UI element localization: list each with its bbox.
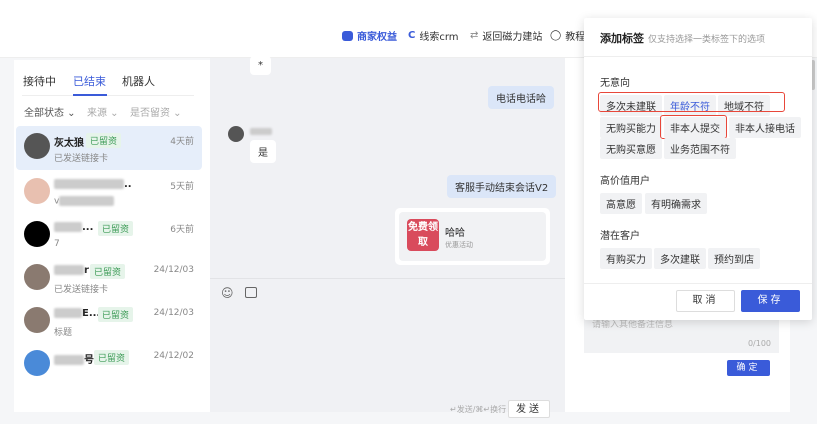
message-bubble: * bbox=[250, 56, 271, 75]
conversation-item[interactable]: ... 已留资 6天前 7 bbox=[16, 214, 202, 258]
tag-option[interactable]: 高意愿 bbox=[600, 193, 642, 214]
conversation-item[interactable]: E... 已留资 24/12/03 标题 bbox=[16, 300, 202, 344]
divider bbox=[584, 56, 812, 57]
add-tag-modal: 添加标签 仅支持选择一类标签下的选项 无意向 多次未建联 年龄不符 地域不符 无购… bbox=[584, 18, 812, 320]
tag-option[interactable]: 非本人接电话 bbox=[729, 117, 801, 138]
avatar bbox=[24, 133, 50, 159]
tab-ended[interactable]: 已结束 bbox=[73, 73, 106, 89]
conversation-item[interactable]: r 已留资 24/12/03 已发送链接卡 bbox=[16, 257, 202, 301]
filter-source[interactable]: 来源 ⌄ bbox=[87, 104, 119, 119]
tag-option[interactable]: 无购买能力 bbox=[600, 117, 662, 138]
filter-lead[interactable]: 是否留资 ⌄ bbox=[130, 104, 182, 119]
group-label: 潜在客户 bbox=[600, 231, 640, 242]
avatar bbox=[24, 221, 50, 247]
tag-option[interactable]: 多次建联 bbox=[654, 248, 706, 269]
tab-robot[interactable]: 机器人 bbox=[122, 73, 155, 89]
confirm-button[interactable]: 确定 bbox=[727, 360, 770, 376]
sender-name bbox=[250, 128, 272, 135]
message-bubble: 是 bbox=[250, 140, 276, 163]
filter-status[interactable]: 全部状态 ⌄ bbox=[24, 104, 76, 119]
avatar bbox=[228, 126, 244, 142]
lead-badge: 已留资 bbox=[98, 307, 134, 322]
conversation-item[interactable]: 灰太狼 已留资 4天前 已发送链接卡 bbox=[16, 126, 202, 170]
highlight-box bbox=[660, 115, 727, 139]
emoji-icon[interactable]: ☺ bbox=[221, 286, 234, 300]
tag-option[interactable]: 有购买力 bbox=[600, 248, 652, 269]
avatar bbox=[24, 350, 50, 376]
conversation-item[interactable]: .. 5天前 v bbox=[16, 171, 202, 215]
conversation-item[interactable]: 号 已留资 24/12/02 bbox=[16, 343, 202, 387]
lead-badge: 已留资 bbox=[90, 264, 126, 279]
group-label: 高价值用户 bbox=[600, 176, 650, 187]
send-button[interactable]: 发送 bbox=[508, 400, 550, 418]
save-button[interactable]: 保存 bbox=[741, 290, 800, 312]
tag-option[interactable]: 预约到店 bbox=[708, 248, 760, 269]
lead-badge: 已留资 bbox=[86, 133, 122, 148]
avatar bbox=[24, 307, 50, 333]
nav-merchant-benefits[interactable]: 商家权益 bbox=[342, 28, 397, 43]
avatar bbox=[24, 264, 50, 290]
lead-badge: 已留资 bbox=[94, 350, 130, 365]
card-image: 免费领取 bbox=[407, 219, 439, 251]
divider bbox=[584, 283, 812, 284]
avatar bbox=[24, 178, 50, 204]
vip-icon bbox=[342, 30, 353, 41]
composer-divider bbox=[210, 278, 565, 279]
crm-icon: C bbox=[408, 30, 416, 41]
highlight-box bbox=[598, 92, 785, 112]
cancel-button[interactable]: 取消 bbox=[676, 290, 735, 312]
tab-serving[interactable]: 接待中 bbox=[23, 73, 56, 89]
lead-badge: 已留资 bbox=[98, 221, 134, 236]
modal-title: 添加标签 仅支持选择一类标签下的选项 bbox=[600, 32, 766, 45]
tag-option[interactable]: 业务范围不符 bbox=[664, 138, 736, 159]
tag-option[interactable]: 无购买意愿 bbox=[600, 138, 662, 159]
nav-crm[interactable]: C 线索crm bbox=[408, 28, 459, 43]
link-card[interactable]: 免费领取 哈哈 优惠活动 bbox=[395, 208, 550, 265]
group-label: 无意向 bbox=[600, 78, 630, 89]
tab-active-indicator bbox=[73, 94, 107, 96]
swap-icon: ⇄ bbox=[470, 30, 479, 41]
message-bubble: 客服手动结束会话V2 bbox=[447, 175, 557, 198]
tag-option[interactable]: 有明确需求 bbox=[645, 193, 707, 214]
message-bubble: 电话电话哈 bbox=[488, 86, 554, 109]
composer-hint: ↵发送/⌘↵换行 bbox=[450, 405, 507, 414]
tutorial-icon: ◯ bbox=[550, 30, 562, 41]
nav-tutorial[interactable]: ◯ 教程 bbox=[550, 28, 585, 43]
nav-back-to-site[interactable]: ⇄ 返回磁力建站 bbox=[470, 28, 542, 43]
tab-divider bbox=[22, 95, 194, 96]
image-icon[interactable] bbox=[245, 287, 257, 298]
